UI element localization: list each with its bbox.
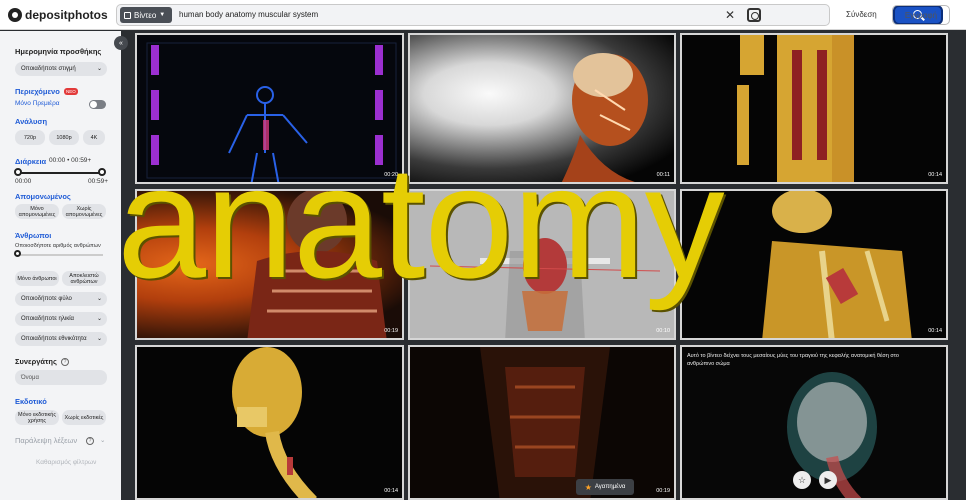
video-thumbnail[interactable]: 00:19 (135, 189, 404, 340)
signup-button[interactable]: Εγγραφή (892, 5, 950, 25)
favorite-star-icon[interactable]: ☆ (793, 471, 811, 489)
contributor-heading: Συνεργάτης (15, 357, 57, 366)
premium-only-label: Μόνο Πρεμιέρα (15, 100, 60, 107)
video-description: Αυτό το βίντεο δείχνει τους μεσαίους μύε… (687, 353, 899, 367)
age-dropdown[interactable]: Οποιαδήποτε ηλικία ⌄ (15, 312, 107, 326)
editorial-only-button[interactable]: Μόνο εκδοτικής χρήσης (15, 410, 59, 425)
duration-min-label: 00:00 (15, 178, 32, 185)
body-scan-figure (137, 35, 402, 182)
logo-text: depositphotos (25, 8, 108, 22)
people-heading: Άνθρωποι (15, 231, 52, 240)
shoulder-skeleton-figure (762, 191, 912, 338)
duration-min-handle[interactable] (14, 168, 22, 176)
image-search-icon[interactable] (747, 8, 761, 22)
skeleton-legs-figure (737, 35, 854, 182)
exclude-words-label[interactable]: Παράλειψη λέξεων (15, 436, 77, 445)
new-badge: ΝΕΟ (64, 88, 78, 95)
video-thumbnail[interactable]: Αυτό το βίντεο δείχνει τους μεσαίους μύε… (680, 345, 948, 500)
res-720-button[interactable]: 720p (15, 130, 45, 145)
login-link[interactable]: Σύνδεση (846, 10, 877, 19)
duration-badge: 00:19 (384, 328, 398, 334)
duration-badge: 00:14 (384, 488, 398, 494)
chevron-down-icon: ⌄ (96, 316, 102, 322)
duration-badge: 00:14 (928, 172, 942, 178)
duration-badge: 00:14 (928, 328, 942, 334)
favorites-button[interactable]: ★ Αγαπημένα (576, 479, 634, 495)
chevron-down-icon[interactable]: ⌄ (100, 436, 105, 444)
collapse-sidebar-button[interactable]: « (114, 36, 128, 50)
duration-badge: 00:19 (656, 488, 670, 494)
skull-spine-figure (232, 347, 317, 498)
close-icon[interactable]: ✕ (725, 9, 735, 21)
head-muscle-figure (561, 53, 648, 182)
media-type-select[interactable]: Βίντεο ▼ (120, 7, 172, 23)
chevron-down-icon: ▼ (159, 12, 166, 18)
isolated-only-button[interactable]: Μόνο απομονωμένες (15, 204, 59, 219)
age-value: Οποιαδήποτε ηλικία (21, 316, 75, 322)
people-count-label: Οποιοσδήποτε αριθμός ανθρώπων (15, 243, 101, 249)
head-neck-xray-figure (787, 372, 877, 498)
help-icon[interactable]: ? (61, 358, 69, 366)
date-dropdown[interactable]: Οποιαδήποτε στιγμή ⌄ (15, 62, 107, 76)
res-4k-button[interactable]: 4K (83, 130, 105, 145)
people-exclude-button[interactable]: Αποκλειστώ ανθρώπων (62, 271, 106, 286)
video-thumbnail[interactable]: 00:10 (408, 189, 676, 340)
duration-max-handle[interactable] (98, 168, 106, 176)
top-bar: depositphotos Βίντεο ▼ human body anatom… (0, 0, 966, 30)
duration-badge: 00:11 (656, 172, 670, 178)
duration-heading: Διάρκεια (15, 157, 47, 166)
duration-slider (18, 172, 103, 174)
search-input[interactable]: human body anatomy muscular system (179, 10, 318, 19)
gender-value: Οποιοδήποτε φύλο (21, 296, 72, 302)
chevron-down-icon: ⌄ (96, 336, 102, 342)
premium-toggle[interactable] (89, 100, 106, 109)
not-isolated-button[interactable]: Χωρίς απομονωμένες (62, 204, 106, 219)
ethnicity-dropdown[interactable]: Οποιαδήποτε εθνικότητα ⌄ (15, 332, 107, 346)
duration-max-label: 00:59+ (88, 178, 109, 185)
res-1080-button[interactable]: 1080p (49, 130, 79, 145)
content-heading: Περιεχόμενο (15, 87, 60, 96)
isolated-heading: Απομονωμένος (15, 192, 71, 201)
search-bar: Βίντεο ▼ human body anatomy muscular sys… (116, 4, 943, 26)
date-value: Οποιαδήποτε στιγμή (21, 66, 76, 72)
contributor-input[interactable]: Όνομα (15, 370, 107, 385)
duration-badge: 00:20 (384, 172, 398, 178)
media-type-label: Βίντεο (134, 10, 157, 20)
editorial-heading: Εκδοτικό (15, 397, 47, 406)
logo-icon (8, 8, 22, 22)
organs-figure (429, 238, 661, 338)
video-thumbnail[interactable]: 00:14 (135, 345, 404, 500)
favorites-label: Αγαπημένα (594, 484, 626, 490)
people-slider (18, 254, 103, 256)
ethnicity-value: Οποιαδήποτε εθνικότητα (21, 336, 87, 342)
no-editorial-button[interactable]: Χωρίς εκδοτικές (62, 410, 106, 425)
people-only-button[interactable]: Μόνο άνθρωποι (15, 271, 59, 286)
video-thumbnail[interactable]: 00:19 (408, 345, 676, 500)
contributor-placeholder: Όνομα (21, 374, 39, 381)
gender-dropdown[interactable]: Οποιοδήποτε φύλο ⌄ (15, 292, 107, 306)
video-thumbnail[interactable]: 00:14 (680, 189, 948, 340)
muscle-body-figure (480, 347, 610, 498)
torso-muscle-figure (247, 191, 387, 338)
video-thumbnail[interactable]: 00:11 (408, 33, 676, 184)
video-icon (124, 11, 131, 19)
chevron-down-icon: ⌄ (96, 296, 102, 302)
date-heading: Ημερομηνία προσθήκης (15, 47, 102, 56)
chevron-down-icon: ⌄ (96, 66, 102, 72)
video-thumbnail[interactable]: 00:20 (135, 33, 404, 184)
duration-badge: 00:10 (656, 328, 670, 334)
resolution-heading: Ανάλυση (15, 117, 48, 126)
video-thumbnail[interactable]: 00:14 (680, 33, 948, 184)
duration-range: 00:00 • 00:59+ (49, 157, 92, 164)
star-icon: ★ (584, 482, 592, 492)
clear-filters-button[interactable]: Καθαρισμός φίλτρων (36, 459, 96, 466)
preview-video-icon[interactable]: ▶ (819, 471, 837, 489)
logo[interactable]: depositphotos (8, 8, 108, 22)
people-slider-handle[interactable] (14, 250, 21, 257)
help-icon[interactable]: ? (86, 437, 94, 445)
